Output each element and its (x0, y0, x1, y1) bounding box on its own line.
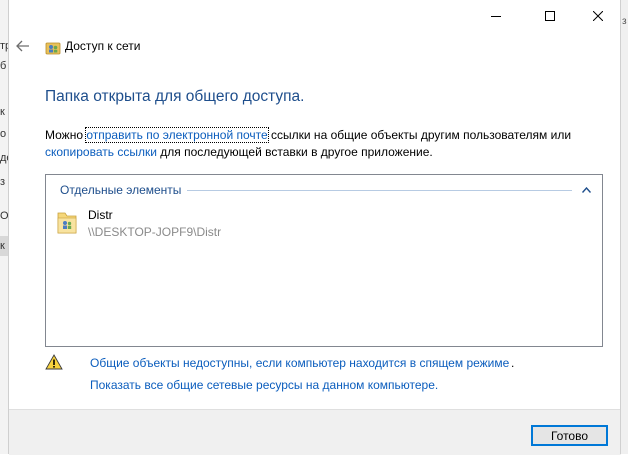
show-all-shares-link[interactable]: Показать все общие сетевые ресурсы на да… (90, 378, 438, 392)
sleep-mode-link[interactable]: Общие объекты недоступны, если компьютер… (90, 356, 509, 370)
minimize-icon (491, 16, 501, 17)
description-prefix: Можно (45, 128, 87, 142)
description-middle: ссылки на общие объекты другим пользоват… (267, 128, 572, 142)
close-icon (593, 11, 603, 21)
group-label: Отдельные элементы (60, 183, 182, 197)
back-button[interactable] (11, 34, 35, 58)
maximize-icon (545, 11, 555, 21)
background-window-right-strip: з (620, 0, 628, 454)
shared-folder-icon (57, 212, 77, 234)
item-path: \\DESKTOP-JOPF9\Distr (88, 225, 222, 239)
bg-text-fragment: з (0, 176, 6, 188)
copy-links-link[interactable]: скопировать ссылки (45, 145, 157, 159)
close-button[interactable] (575, 0, 621, 32)
bg-text-fragment: к (0, 240, 5, 252)
description-text: Можно отправить по электронной почте ссы… (45, 127, 605, 161)
bg-text-fragment: з (622, 16, 627, 27)
back-arrow-icon (16, 40, 29, 52)
chevron-up-icon (581, 187, 591, 193)
network-share-icon (45, 42, 61, 55)
warning-icon (45, 354, 63, 370)
window-title: Доступ к сети (65, 39, 141, 53)
list-item[interactable]: Distr \\DESKTOP-JOPF9\Distr (54, 207, 354, 243)
network-access-dialog: Доступ к сети Папка открыта для общего д… (8, 0, 621, 455)
page-heading: Папка открыта для общего доступа. (45, 88, 305, 105)
maximize-button[interactable] (527, 0, 573, 32)
group-divider (187, 189, 572, 191)
description-suffix: для последующей вставки в другое приложе… (156, 145, 433, 159)
minimize-button[interactable] (473, 0, 519, 32)
item-name: Distr (88, 208, 113, 222)
bg-text-fragment: к (0, 106, 5, 118)
bg-text-fragment: б (0, 60, 7, 72)
group-header[interactable]: Отдельные элементы (60, 182, 592, 198)
collapse-group-button[interactable] (580, 184, 592, 196)
shared-items-list[interactable]: Отдельные элементы Distr \\DESKTOP-JOPF9… (45, 174, 603, 347)
dialog-footer: Готово (9, 409, 621, 455)
bg-text-fragment: о (0, 128, 7, 140)
sleep-mode-period: . (511, 356, 515, 370)
send-email-link[interactable]: отправить по электронной почте (85, 127, 269, 143)
done-button[interactable]: Готово (531, 425, 608, 446)
